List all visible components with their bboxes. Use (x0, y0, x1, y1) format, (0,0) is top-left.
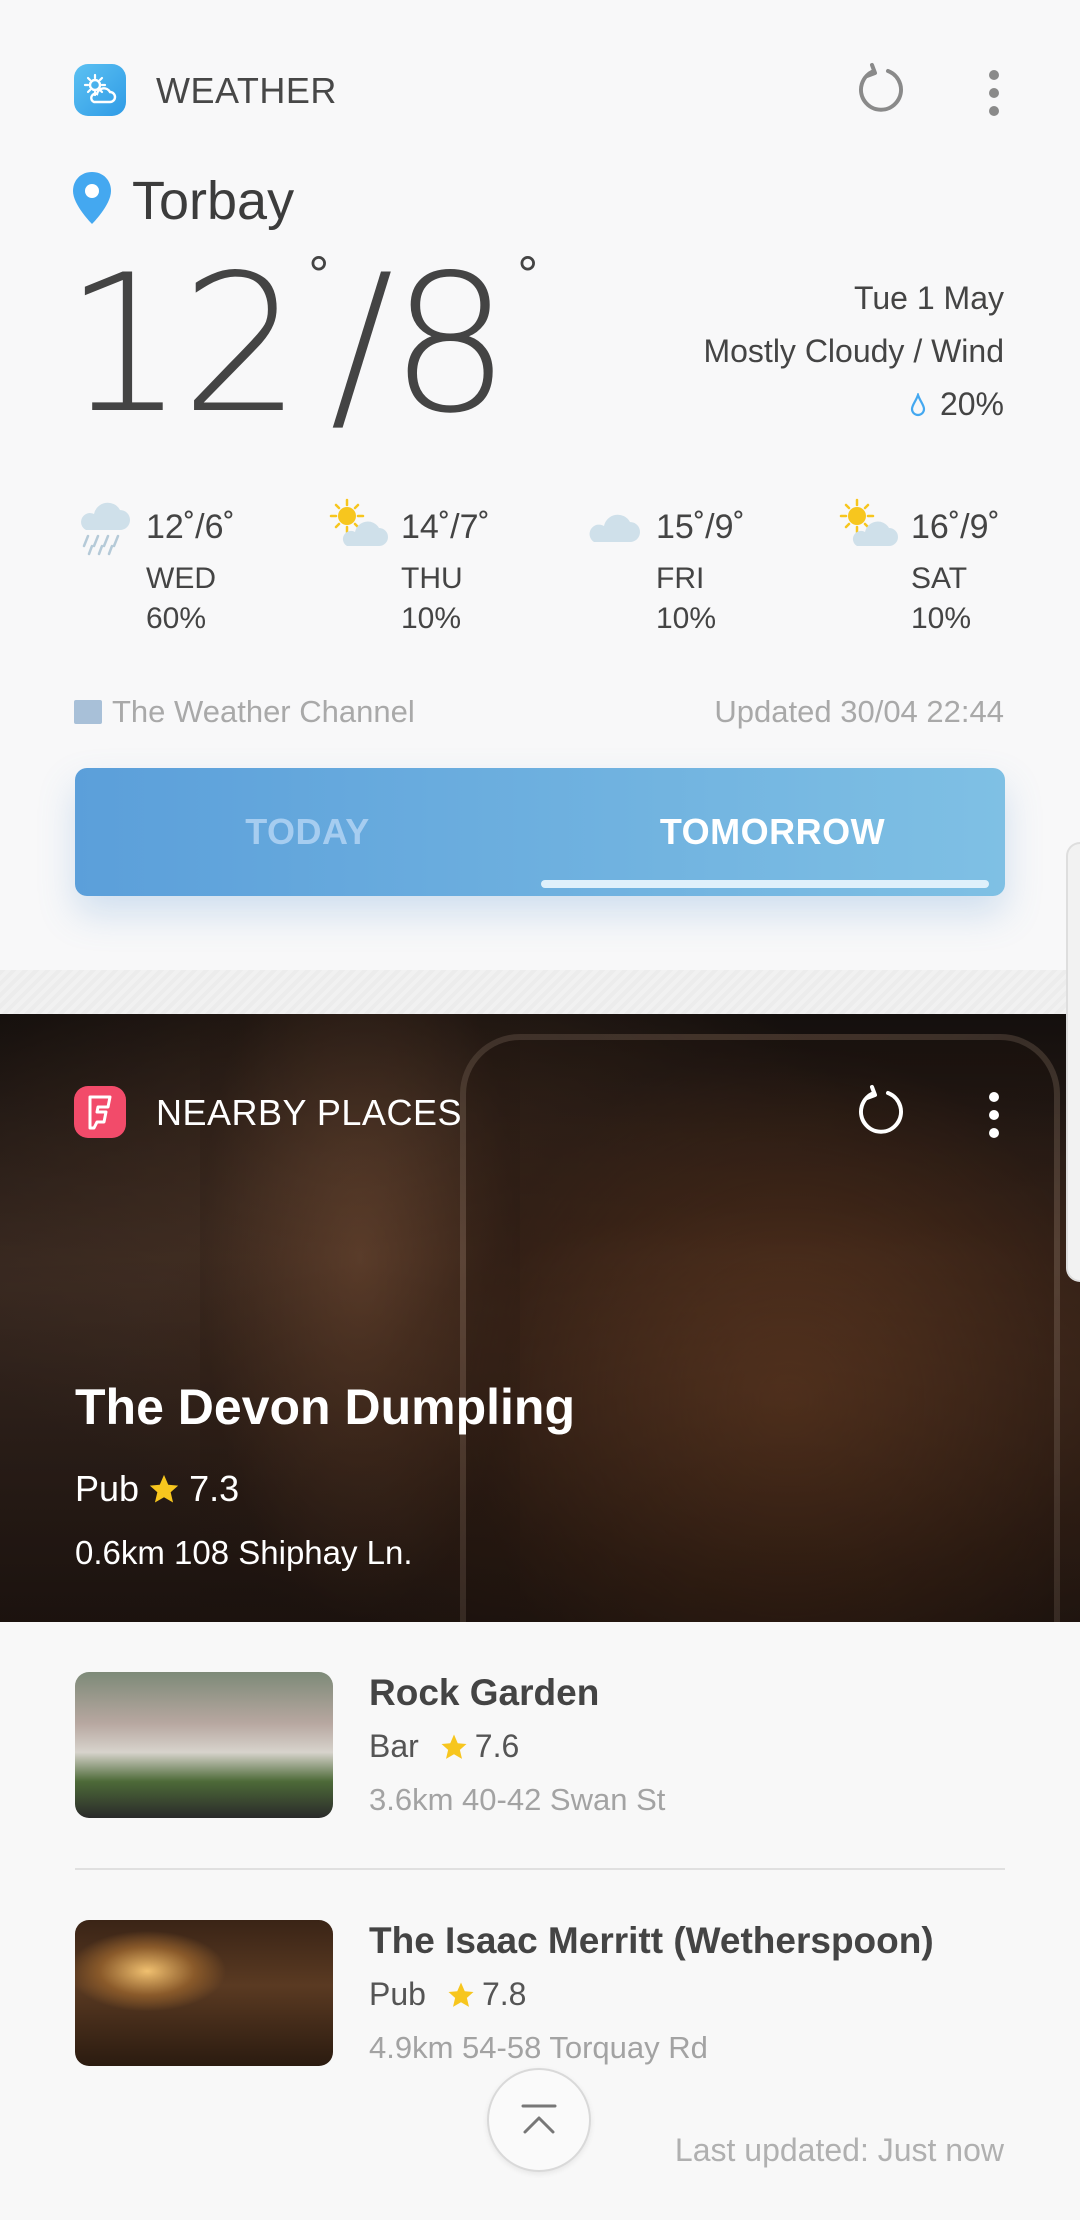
selected-tab-indicator (541, 880, 989, 888)
forecast-temp: 12˚/6˚ (146, 508, 235, 546)
raindrop-icon (910, 392, 926, 416)
forecast-temp: 15˚/9˚ (656, 508, 745, 546)
location-pin-icon (73, 172, 111, 224)
place-rating: 7.6 (474, 1728, 520, 1764)
featured-place-category: Pub (75, 1468, 140, 1509)
place-address: 4.9km 54-58 Torquay Rd (369, 2030, 708, 2065)
place-category: Bar (369, 1728, 419, 1764)
scroll-to-top-button[interactable] (487, 2068, 591, 2172)
more-dot-icon (989, 1110, 999, 1120)
location-name: Torbay (132, 171, 295, 231)
refresh-icon (859, 1085, 903, 1134)
refresh-icon (859, 63, 903, 112)
rain-icon (81, 502, 130, 556)
weather-channel-logo-icon (74, 700, 102, 724)
edge-panel-handle[interactable] (1066, 842, 1080, 1282)
weather-card-title: WEATHER (156, 70, 337, 111)
weather-source-label: The Weather Channel (112, 694, 415, 729)
place-address: 3.6km 40-42 Swan St (369, 1782, 666, 1817)
place-category: Pub (369, 1976, 426, 2012)
featured-place-address: 0.6km 108 Shiphay Ln. (75, 1534, 413, 1571)
weather-refresh-button[interactable] (854, 62, 910, 118)
place-thumbnail (75, 1920, 333, 2066)
more-dot-icon (989, 1128, 999, 1138)
foursquare-app-icon (74, 1086, 126, 1138)
place-name: Rock Garden (369, 1672, 600, 1713)
nearby-places-title: NEARBY PLACES (156, 1092, 462, 1133)
degree-symbol: ˚ (512, 253, 543, 323)
more-dot-icon (989, 106, 999, 116)
weather-more-options-button[interactable] (982, 66, 1006, 116)
more-dot-icon (989, 70, 999, 80)
condition-label: Mostly Cloudy / Wind (703, 333, 1004, 369)
partly-sunny-icon (839, 498, 898, 546)
place-rating: 7.8 (481, 1976, 527, 2012)
forecast-temp: 14˚/7˚ (401, 508, 490, 546)
day-tab-bar: TODAY TOMORROW (75, 768, 1005, 896)
today-summary: Tue 1 May Mostly Cloudy / Wind 20% (703, 272, 1004, 431)
weather-source[interactable]: The Weather Channel (74, 694, 415, 730)
place-list-item[interactable]: Rock Garden Bar 7.6 3.6km 40-42 Swan St (75, 1672, 1005, 1822)
star-icon (149, 1474, 179, 1503)
place-list-item[interactable]: The Isaac Merritt (Wetherspoon) Pub 7.8 … (75, 1920, 1005, 2070)
nearby-places-header: NEARBY PLACES (74, 1084, 1006, 1144)
more-dot-icon (989, 1092, 999, 1102)
forecast-day-name: WED (146, 562, 216, 595)
forecast-precip: 10% (911, 602, 972, 635)
weather-app-icon (74, 64, 126, 116)
featured-place-name[interactable]: The Devon Dumpling (75, 1378, 575, 1436)
forecast-temp: 16˚/9˚ (911, 508, 1000, 546)
place-name: The Isaac Merritt (Wetherspoon) (369, 1920, 934, 1961)
weather-updated-time: Updated 30/04 22:44 (714, 694, 1004, 729)
rain-chance: 20% (703, 378, 1004, 431)
tab-tomorrow[interactable]: TOMORROW (540, 768, 1005, 896)
featured-place-meta: Pub 7.3 (75, 1468, 239, 1510)
featured-place-rating: 7.3 (189, 1468, 240, 1509)
forecast-day[interactable]: 16˚/9˚ SAT 10% (837, 496, 1067, 646)
degree-symbol: ˚ (303, 253, 334, 323)
star-icon (448, 1982, 474, 2007)
chevron-up-icon (521, 2104, 557, 2134)
place-meta: Pub 7.8 (369, 1976, 526, 2013)
current-temperature: 12 ˚/8 ˚ (64, 234, 543, 455)
last-updated-label: Last updated: Just now (674, 2132, 1004, 2168)
more-dot-icon (989, 88, 999, 98)
forecast-day[interactable]: 15˚/9˚ FRI 10% (582, 496, 812, 646)
place-thumbnail (75, 1672, 333, 1818)
forecast-day-name: THU (401, 562, 463, 595)
forecast-precip: 10% (656, 602, 717, 635)
forecast-day-name: SAT (911, 562, 968, 595)
card-separator (0, 970, 1080, 1014)
nearby-more-options-button[interactable] (982, 1088, 1006, 1138)
rain-chance-value: 20% (939, 386, 1004, 422)
temp-low: 8 (389, 234, 511, 455)
weather-card-header: WEATHER (74, 62, 1006, 122)
temp-high: 12 (64, 234, 302, 455)
forecast-precip: 10% (401, 602, 462, 635)
nearby-refresh-button[interactable] (854, 1084, 910, 1140)
date-label: Tue 1 May (854, 280, 1004, 316)
forecast-day[interactable]: 12˚/6˚ WED 60% (72, 496, 302, 646)
cloudy-icon (589, 514, 640, 542)
star-icon (441, 1734, 467, 1759)
forecast-precip: 60% (146, 602, 207, 635)
forecast-day[interactable]: 14˚/7˚ THU 10% (327, 496, 557, 646)
forecast-day-name: FRI (656, 562, 705, 595)
partly-sunny-icon (329, 498, 388, 546)
daily-forecast[interactable]: 12˚/6˚ WED 60% 14˚/7˚ THU 10% 15˚/9˚ FRI… (72, 496, 1012, 646)
tab-today[interactable]: TODAY (75, 768, 540, 896)
place-meta: Bar 7.6 (369, 1728, 519, 1765)
list-divider (75, 1868, 1005, 1870)
weather-card[interactable]: WEATHER Torbay 12 ˚/8 ˚ Tue 1 May Mostly C… (0, 0, 1080, 970)
